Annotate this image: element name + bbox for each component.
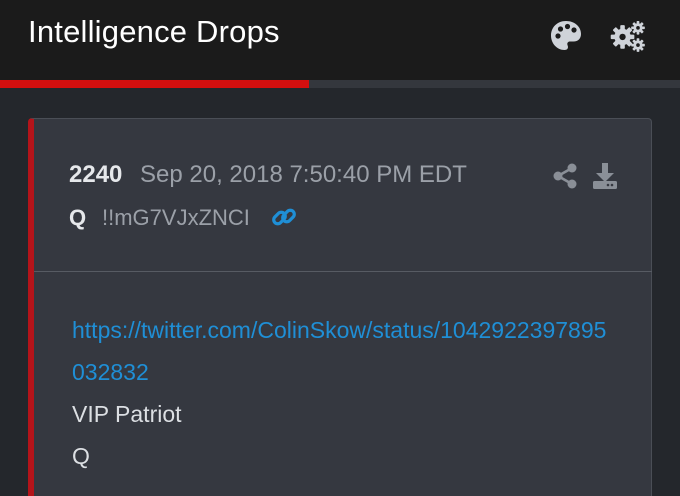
post-link[interactable]: https://twitter.com/ColinSkow/status/104… bbox=[72, 309, 612, 393]
app-title: Intelligence Drops bbox=[28, 14, 280, 49]
post-card: 2240 Sep 20, 2018 7:50:40 PM EDT Q !!mG7… bbox=[28, 118, 652, 496]
progress-fill bbox=[0, 80, 310, 88]
post-date: Sep 20, 2018 7:50:40 PM EDT bbox=[140, 161, 467, 188]
post-text-line: VIP Patriot bbox=[72, 401, 182, 427]
post-body: https://twitter.com/ColinSkow/status/104… bbox=[72, 309, 612, 477]
link-icon[interactable] bbox=[270, 203, 298, 231]
share-icon[interactable] bbox=[550, 161, 580, 191]
post-number: 2240 bbox=[69, 161, 123, 188]
post-tripcode: !!mG7VJxZNCI bbox=[102, 205, 250, 230]
settings-button[interactable] bbox=[608, 16, 648, 56]
gears-icon bbox=[610, 21, 645, 52]
post-signature: Q bbox=[72, 443, 90, 469]
palette-button[interactable] bbox=[546, 16, 586, 56]
progress-bar bbox=[0, 80, 680, 88]
app-header: Intelligence Drops bbox=[0, 0, 680, 80]
post-header: 2240 Sep 20, 2018 7:50:40 PM EDT Q !!mG7… bbox=[34, 119, 652, 271]
palette-icon bbox=[551, 21, 581, 50]
post-divider bbox=[34, 271, 652, 272]
download-icon[interactable] bbox=[590, 161, 620, 191]
post-author: Q bbox=[69, 205, 87, 230]
